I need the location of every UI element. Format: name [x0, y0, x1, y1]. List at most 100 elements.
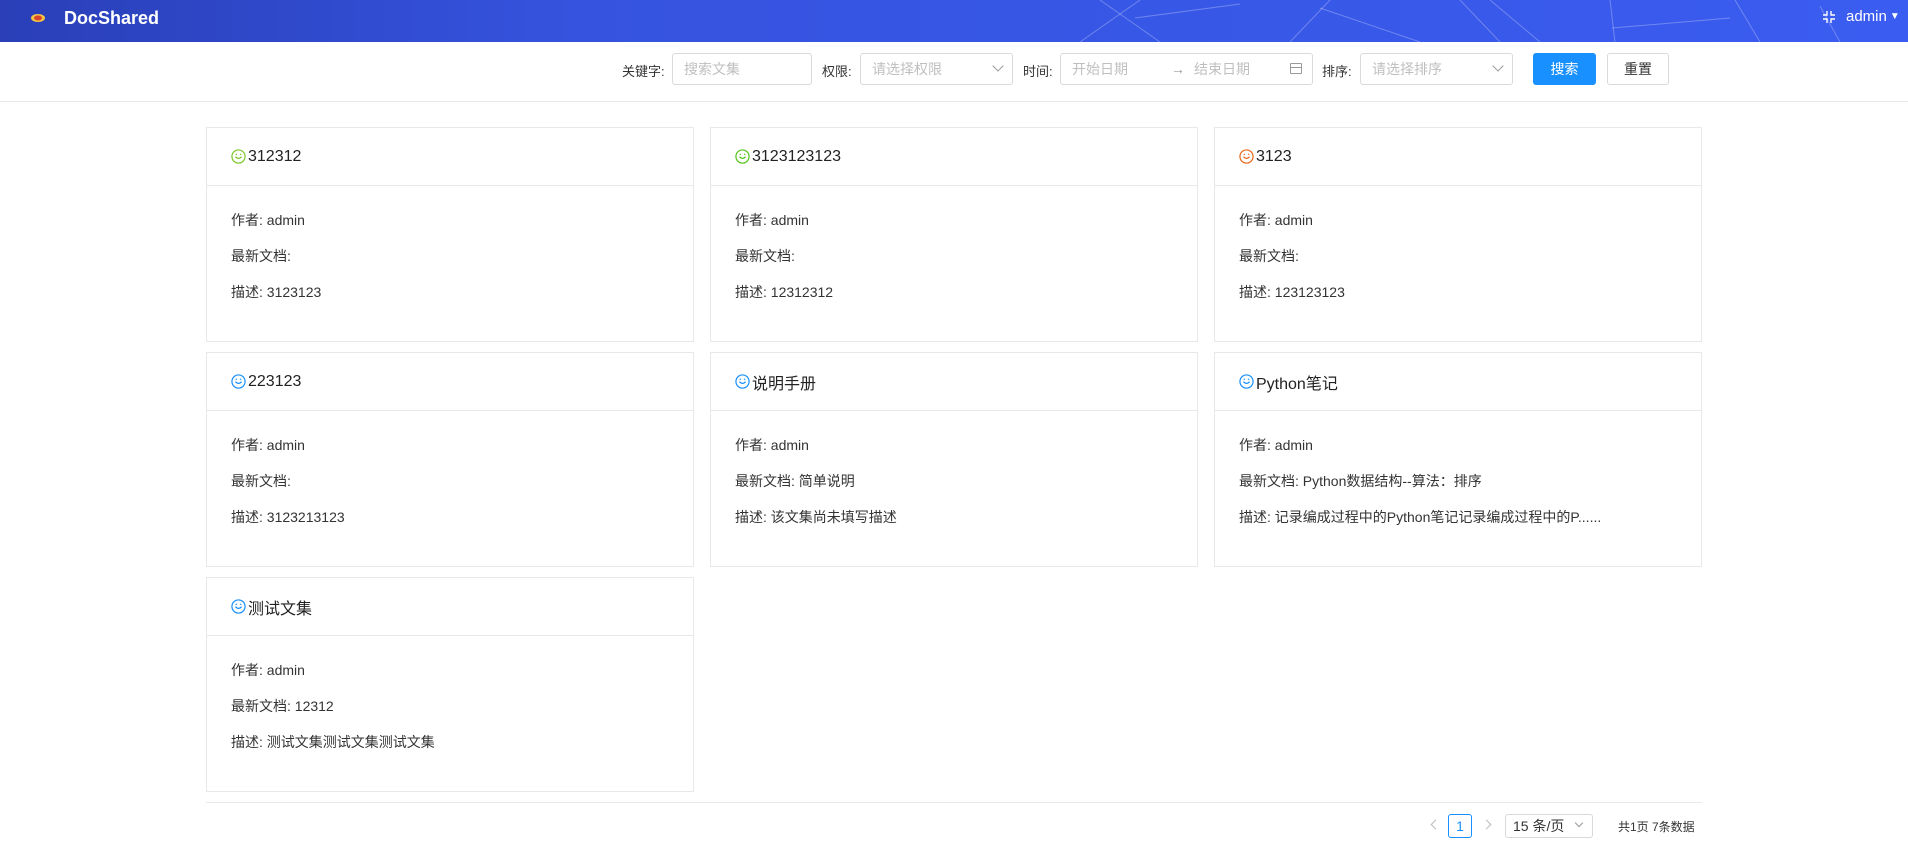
card-description: 描述: 测试文集测试文集测试文集	[231, 732, 669, 768]
card-author: 作者: admin	[1239, 210, 1677, 246]
card-author-label: 作者:	[1239, 437, 1271, 453]
card-author-value: admin	[266, 212, 305, 228]
card-description-value: 该文集尚未填写描述	[770, 509, 897, 525]
card-latest-doc[interactable]: 最新文档: 简单说明	[735, 471, 1173, 507]
card-header[interactable]: 312312	[207, 128, 693, 186]
collection-card[interactable]: 312312 作者: admin 最新文档: 描述: 3123123	[206, 127, 694, 342]
chevron-down-icon	[1492, 60, 1504, 72]
collection-card[interactable]: 说明手册 作者: admin 最新文档: 简单说明 描述: 该文集尚未填写描述	[710, 352, 1198, 567]
collection-card[interactable]: 223123 作者: admin 最新文档: 描述: 3123213123	[206, 352, 694, 567]
card-latest-doc[interactable]: 最新文档: Python数据结构--算法：排序	[1239, 471, 1677, 507]
card-title[interactable]: 3123	[1256, 148, 1292, 166]
page-size-select[interactable]: 15 条/页	[1505, 814, 1593, 838]
card-latest-doc-value: 12312	[294, 698, 334, 714]
card-latest-doc-value: Python数据结构--算法：排序	[1302, 473, 1482, 489]
date-range-picker[interactable]: 开始日期 → 结束日期	[1060, 53, 1313, 85]
card-description-label: 描述:	[1239, 509, 1271, 525]
card-latest-doc[interactable]: 最新文档:	[231, 471, 669, 507]
smile-icon	[1239, 374, 1254, 389]
card-author-value: admin	[1274, 212, 1313, 228]
collection-card[interactable]: 3123123123 作者: admin 最新文档: 描述: 12312312	[710, 127, 1198, 342]
card-body: 作者: admin 最新文档: 12312 描述: 测试文集测试文集测试文集	[207, 636, 693, 768]
smile-icon	[735, 149, 750, 164]
collection-card[interactable]: Python笔记 作者: admin 最新文档: Python数据结构--算法：排序…	[1214, 352, 1702, 567]
fullscreen-icon[interactable]	[1822, 10, 1836, 24]
sort-label: 排序:	[1322, 64, 1352, 79]
end-date-placeholder[interactable]: 结束日期	[1194, 54, 1250, 84]
card-title[interactable]: 312312	[248, 148, 301, 166]
search-button[interactable]: 搜索	[1533, 53, 1596, 85]
card-title[interactable]: 3123123123	[752, 148, 841, 166]
calendar-icon	[1290, 63, 1302, 74]
card-description-label: 描述:	[231, 509, 263, 525]
prev-page-icon[interactable]	[1428, 818, 1440, 830]
smile-icon	[231, 599, 246, 614]
card-header[interactable]: 说明手册	[711, 353, 1197, 411]
card-latest-doc[interactable]: 最新文档:	[1239, 246, 1677, 282]
permission-select[interactable]: 请选择权限	[860, 53, 1013, 85]
user-menu[interactable]: admin ▼	[1846, 8, 1900, 25]
keyword-input[interactable]	[684, 55, 800, 83]
card-latest-doc[interactable]: 最新文档:	[231, 246, 669, 282]
card-description-value: 12312312	[770, 284, 834, 300]
card-description-label: 描述:	[231, 284, 263, 300]
card-author-value: admin	[770, 437, 809, 453]
smile-icon	[231, 149, 246, 164]
card-description: 描述: 123123123	[1239, 282, 1677, 318]
card-author-label: 作者:	[735, 212, 767, 228]
keyword-input-wrapper[interactable]	[672, 53, 812, 85]
card-author: 作者: admin	[231, 210, 669, 246]
top-header: DocShared admin ▼	[0, 0, 1908, 42]
card-body: 作者: admin 最新文档: 描述: 12312312	[711, 186, 1197, 318]
card-latest-doc[interactable]: 最新文档:	[735, 246, 1173, 282]
card-title[interactable]: 223123	[248, 373, 301, 391]
card-description: 描述: 记录编成过程中的Python笔记记录编成过程中的P......	[1239, 507, 1677, 543]
card-description-value: 测试文集测试文集测试文集	[266, 734, 435, 750]
permission-placeholder: 请选择权限	[872, 61, 942, 77]
smile-icon	[735, 374, 750, 389]
card-author-value: admin	[1274, 437, 1313, 453]
card-latest-doc-label: 最新文档:	[231, 698, 291, 714]
start-date-placeholder[interactable]: 开始日期	[1072, 54, 1128, 84]
card-description: 描述: 3123213123	[231, 507, 669, 543]
card-description-label: 描述:	[1239, 284, 1271, 300]
card-header[interactable]: 3123	[1215, 128, 1701, 186]
filter-bar: 关键字: 权限: 请选择权限 时间: 开始日期 → 结束日期 排序: 请选择排序…	[0, 42, 1908, 102]
card-description: 描述: 3123123	[231, 282, 669, 318]
card-title[interactable]: 说明手册	[752, 370, 816, 394]
card-header[interactable]: 223123	[207, 353, 693, 411]
pagination-total: 共1页 7条数据	[1618, 820, 1695, 834]
next-page-icon[interactable]	[1482, 818, 1494, 830]
reset-button[interactable]: 重置	[1607, 53, 1669, 85]
card-header[interactable]: 测试文集	[207, 578, 693, 636]
user-name: admin	[1846, 8, 1887, 25]
card-body: 作者: admin 最新文档: 描述: 3123213123	[207, 411, 693, 543]
arrow-right-icon: →	[1171, 61, 1185, 77]
card-title[interactable]: Python笔记	[1256, 370, 1338, 394]
card-author: 作者: admin	[735, 210, 1173, 246]
collection-card[interactable]: 3123 作者: admin 最新文档: 描述: 123123123	[1214, 127, 1702, 342]
sort-select[interactable]: 请选择排序	[1360, 53, 1513, 85]
page-item-1[interactable]: 1	[1448, 814, 1472, 838]
card-body: 作者: admin 最新文档: Python数据结构--算法：排序 描述: 记录编成…	[1215, 411, 1701, 543]
card-author: 作者: admin	[735, 435, 1173, 471]
app-title[interactable]: DocShared	[64, 8, 159, 29]
card-author: 作者: admin	[231, 435, 669, 471]
card-title[interactable]: 测试文集	[248, 595, 312, 619]
card-header[interactable]: Python笔记	[1215, 353, 1701, 411]
card-author-value: admin	[266, 662, 305, 678]
collection-card[interactable]: 测试文集 作者: admin 最新文档: 12312 描述: 测试文集测试文集测试文集	[206, 577, 694, 792]
card-author-label: 作者:	[735, 437, 767, 453]
card-author-value: admin	[770, 212, 809, 228]
card-author: 作者: admin	[1239, 435, 1677, 471]
card-description-label: 描述:	[735, 284, 767, 300]
card-header[interactable]: 3123123123	[711, 128, 1197, 186]
logo-icon	[31, 14, 45, 22]
divider	[206, 802, 1702, 803]
card-latest-doc[interactable]: 最新文档: 12312	[231, 696, 669, 732]
card-latest-doc-label: 最新文档:	[231, 248, 291, 264]
card-latest-doc-label: 最新文档:	[1239, 473, 1299, 489]
card-author-label: 作者:	[231, 212, 263, 228]
card-latest-doc-value: 简单说明	[798, 473, 855, 489]
card-author-value: admin	[266, 437, 305, 453]
